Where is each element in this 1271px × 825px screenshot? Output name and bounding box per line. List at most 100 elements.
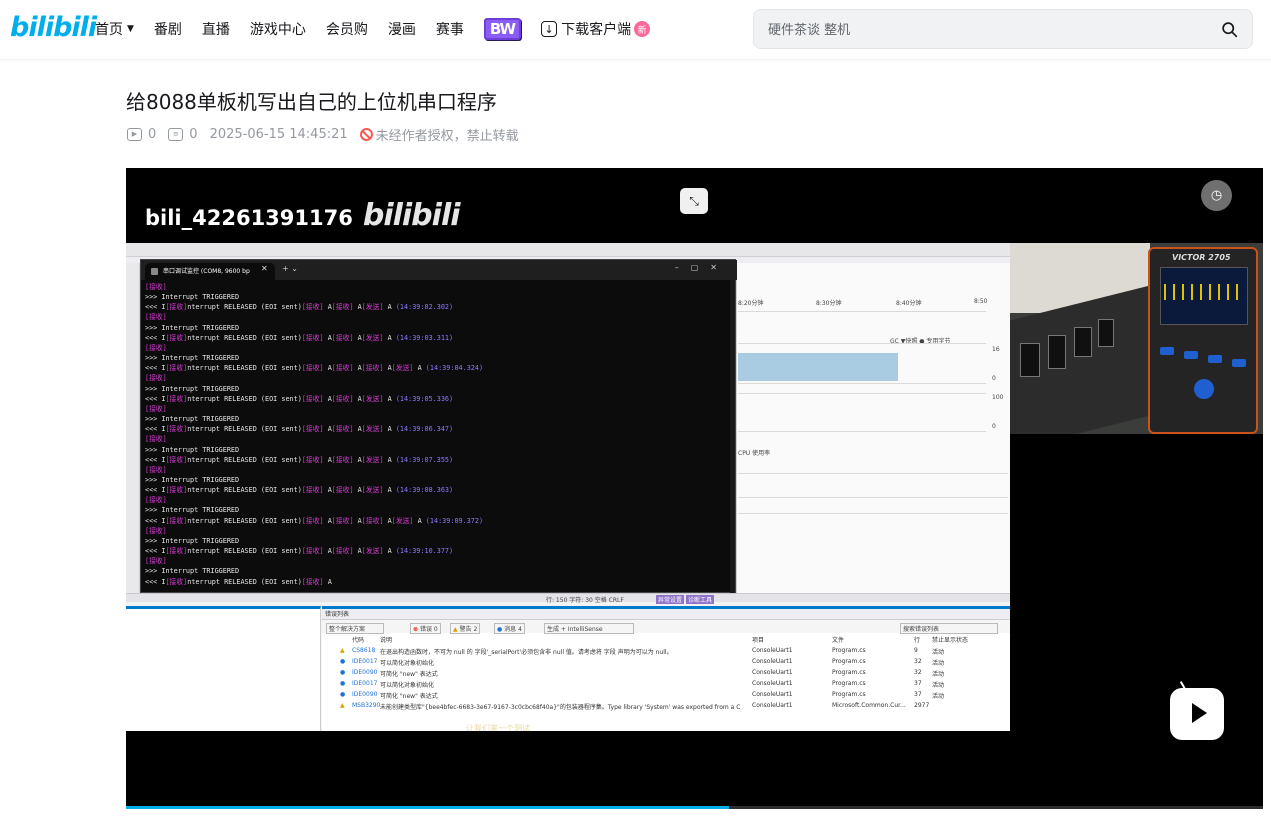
terminal-text: A — [353, 303, 362, 312]
danmaku-count: ≡ 0 — [168, 127, 198, 142]
error-icon: ⊗ — [413, 626, 419, 633]
terminal-line: [接收] — [145, 404, 735, 414]
terminal-text: >>> Interrupt TRIGGERED — [145, 445, 240, 454]
terminal-text: nterrupt RELEASED (EOI sent) — [187, 425, 302, 434]
ide-toolbar — [126, 243, 1010, 257]
error-state: 活动 — [932, 660, 945, 667]
terminal-text: A — [323, 303, 332, 312]
memory-usage-bar — [738, 353, 898, 381]
osc-button — [1160, 347, 1174, 355]
terminal-text: <<< I — [145, 516, 166, 525]
error-project: ConsoleUart1 — [752, 691, 793, 698]
terminal-text: >>> Interrupt TRIGGERED — [145, 567, 240, 576]
info-icon: ● — [340, 658, 346, 665]
nav-item-download-client[interactable]: ↓ 下载客户端 新 — [541, 19, 651, 39]
error-list-row[interactable]: ● IDE0090 可简化 "new" 表达式 ConsoleUart1 Program… — [322, 668, 1010, 679]
error-list-row[interactable]: ● IDE0017 可以简化对象初始化 ConsoleUart1 Program.cs 3… — [322, 657, 1010, 668]
serial-terminal-window[interactable]: 串口调试监控 (COM8, 9600 bp ✕ + ⌄ –▢✕ [接收] >>> … — [140, 259, 737, 594]
terminal-line: <<< I[接收]nterrupt RELEASED (EOI sent)[接收… — [145, 455, 735, 465]
terminal-text: A — [323, 547, 332, 556]
search-box — [753, 9, 1253, 49]
terminal-text: <<< I — [145, 364, 166, 373]
copyright-notice: 未经作者授权，禁止转载 — [359, 125, 519, 144]
watermark-user: bili_42261391176 — [145, 206, 353, 230]
nav-item-bw-event[interactable]: BW — [483, 18, 522, 40]
osc-dial — [1194, 379, 1214, 399]
window-controls[interactable]: –▢✕ — [675, 263, 729, 272]
error-code: MSB3290 — [352, 702, 381, 709]
new-tab-icon[interactable]: + ⌄ — [282, 264, 298, 273]
column-project: 项目 — [752, 637, 765, 644]
terminal-timestamp: (14:39:10.377) — [395, 547, 454, 556]
error-list-row[interactable]: ● IDE0090 可简化 "new" 表达式 ConsoleUart1 Program… — [322, 690, 1010, 701]
diag-gridline — [738, 497, 1008, 498]
terminal-text: A — [383, 425, 396, 434]
terminal-tab[interactable]: 串口调试监控 (COM8, 9600 bp — [145, 263, 275, 280]
bw-event-logo: BW — [483, 18, 522, 40]
terminal-text: A — [383, 303, 396, 312]
terminal-text: A — [383, 394, 396, 403]
terminal-titlebar: 串口调试监控 (COM8, 9600 bp ✕ + ⌄ –▢✕ — [141, 260, 737, 280]
search-icon[interactable] — [1221, 21, 1238, 38]
error-code: IDE0090 — [352, 669, 378, 676]
status-tab-diagnostics[interactable]: 诊断工具 — [686, 595, 715, 604]
error-file: Program.cs — [832, 680, 866, 687]
error-line: 9 — [914, 647, 918, 654]
terminal-tag: [接收] — [165, 425, 188, 434]
search-input[interactable] — [768, 19, 1188, 41]
terminal-line: [接收] — [145, 434, 735, 444]
osc-button — [1232, 359, 1246, 367]
terminal-line: [接收] — [145, 343, 735, 353]
terminal-text: <<< I — [145, 486, 166, 495]
terminal-tag: [发送] — [361, 486, 384, 495]
errors-filter[interactable]: ⊗ 错误 0 — [410, 623, 441, 634]
terminal-timestamp: (14:39:07.355) — [395, 455, 454, 464]
terminal-tag: [接收] — [145, 404, 167, 413]
picture-in-picture-icon[interactable]: ⤡ — [680, 188, 708, 214]
terminal-text: <<< I — [145, 577, 166, 586]
error-list-row[interactable]: ● IDE0017 可以简化对象初始化 ConsoleUart1 Program.cs 3… — [322, 679, 1010, 690]
terminal-line: <<< I[接收]nterrupt RELEASED (EOI sent)[接收… — [145, 485, 735, 495]
diag-gridline — [738, 343, 986, 344]
error-list-row[interactable]: ▲ CS8618 在退出构造函数时，不可为 null 的 字段'_serialPor… — [322, 646, 1010, 657]
terminal-timestamp: (14:39:02.302) — [395, 303, 454, 312]
build-filter-select[interactable]: 生成 + IntelliSense — [544, 623, 634, 634]
warnings-filter[interactable]: ▲ 警告 2 — [450, 623, 481, 634]
nav-item-home[interactable]: 首页 ▼ — [95, 19, 134, 39]
terminal-tag: [发送] — [361, 394, 384, 403]
error-search-input[interactable]: 搜索错误列表 — [900, 623, 999, 634]
diag-cpu-max: 100 — [992, 394, 1004, 401]
nav-item-manga[interactable]: 漫画 — [388, 19, 416, 39]
nav-item-anime[interactable]: 番剧 — [154, 19, 182, 39]
warning-icon: ▲ — [340, 702, 345, 709]
play-count: ▶ 0 — [127, 127, 156, 142]
error-description: 在退出构造函数时，不可为 null 的 字段'_serialPort'必须包含非… — [380, 649, 673, 656]
video-meta: ▶ 0 ≡ 0 2025-06-15 14:45:21 未经作者授权，禁止转载 — [127, 125, 531, 144]
terminal-tag: [接收] — [165, 303, 188, 312]
board-chip — [1048, 335, 1066, 369]
oscilloscope-wave — [1164, 284, 1244, 300]
nav-item-live[interactable]: 直播 — [202, 19, 230, 39]
terminal-line: [接收] — [145, 526, 735, 536]
nav-item-mall[interactable]: 会员购 — [326, 19, 368, 39]
watch-later-icon[interactable]: ◷ — [1201, 180, 1232, 211]
terminal-tag: [接收] — [331, 303, 354, 312]
play-icon[interactable] — [1170, 688, 1224, 740]
terminal-text: <<< I — [145, 425, 166, 434]
error-list-row[interactable]: ▲ MSB3290 未能创建类型库"{bee4bfec-6683-3e67-9167… — [322, 701, 1010, 712]
nav-item-game-center[interactable]: 游戏中心 — [250, 19, 306, 39]
status-tab-exceptions[interactable]: 异常设置 — [656, 595, 685, 604]
nav-item-esports[interactable]: 赛事 — [436, 19, 464, 39]
column-state: 禁止显示状态 — [932, 637, 969, 644]
progress-bar[interactable] — [126, 806, 1263, 809]
terminal-text: A — [353, 425, 362, 434]
terminal-line: <<< I[接收]nterrupt RELEASED (EOI sent)[接收… — [145, 577, 735, 587]
close-icon[interactable]: ✕ — [261, 263, 268, 274]
messages-filter[interactable]: ● 消息 4 — [494, 623, 525, 634]
terminal-scrollbar[interactable] — [730, 280, 735, 594]
terminal-text: A — [383, 364, 392, 373]
terminal-tag: [接收] — [331, 333, 354, 342]
scope-select[interactable]: 整个解决方案 — [326, 623, 385, 634]
bilibili-logo[interactable]: bilibili — [10, 12, 97, 43]
video-player[interactable]: bili_42261391176 bilibili ⤡ ◷ 8:20分钟 8:3… — [126, 168, 1263, 806]
